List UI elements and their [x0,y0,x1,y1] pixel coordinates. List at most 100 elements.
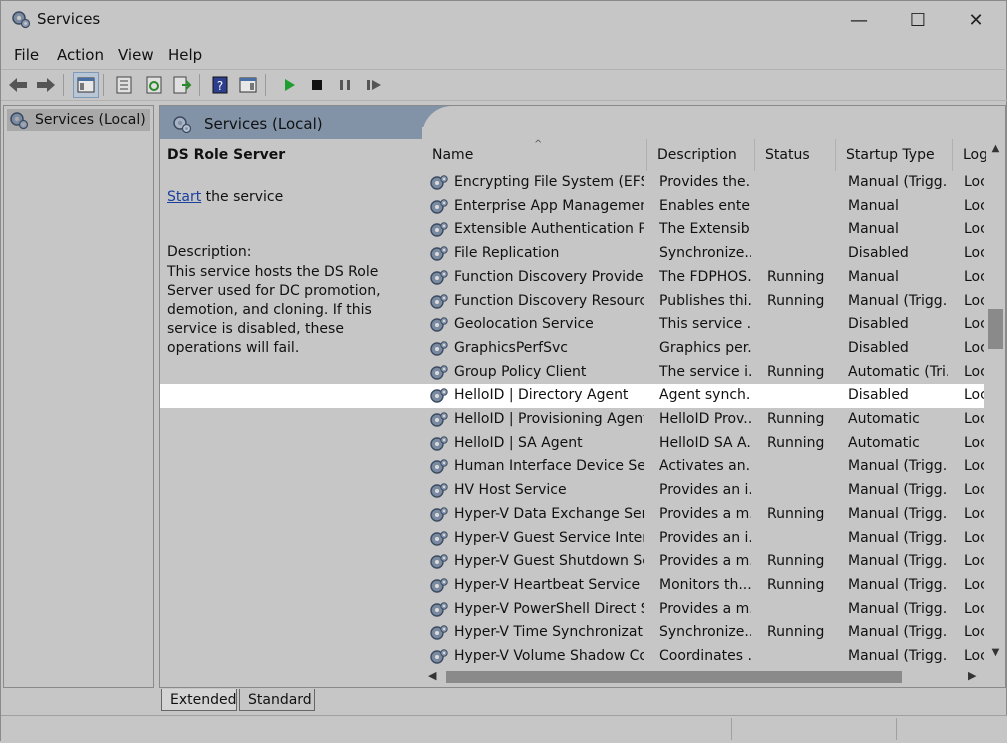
start-service-link[interactable]: Start [167,189,201,205]
tab-standard[interactable]: Standard [239,689,315,711]
service-status-cell: Running [767,411,825,427]
table-row[interactable]: Enterprise App Managemen... Enables ente.… [422,195,984,219]
service-startup-cell: Manual (Trigg... [848,553,948,570]
refresh-button[interactable] [141,72,167,98]
horizontal-scroll-thumb[interactable] [446,671,902,683]
action-pane-icon [239,77,257,93]
forward-button[interactable] [33,72,59,98]
table-row[interactable]: Function Discovery Provider ... The FDPHO… [422,266,984,290]
service-startup-cell: Manual [848,268,899,285]
restart-service-button[interactable] [361,72,387,98]
service-name-cell: Hyper-V Time Synchronizati... [454,624,644,641]
service-gear-icon [430,341,448,356]
service-logon-cell: Loc [964,648,984,664]
service-status-cell: Running [767,553,825,570]
menu-help[interactable]: Help [168,46,202,64]
minimize-button[interactable]: — [830,1,888,39]
service-startup-cell: Manual (Trigg... [848,600,948,617]
service-name-cell: Geolocation Service [454,316,594,333]
properties-icon [116,76,132,94]
service-logon-cell: Loc [964,387,984,404]
table-row[interactable]: Group Policy Client The service i... Runni… [422,361,984,385]
service-logon-cell: Loc [964,221,984,238]
service-description-cell: Graphics per... [659,339,751,356]
table-row[interactable]: Encrypting File System (EFS) Provides the… [422,171,984,195]
service-description-cell: Provides an i... [659,529,751,546]
service-gear-icon [430,222,448,238]
service-gear-icon [430,459,448,475]
menu-file[interactable]: File [14,46,39,64]
table-row[interactable]: GraphicsPerfSvc Graphics per... Disabled Lo… [422,337,984,361]
service-startup-cell: Manual (Trigg... [848,505,948,522]
console-tree-icon [77,77,95,93]
back-button[interactable] [5,72,31,98]
table-row[interactable]: Hyper-V Volume Shadow Co... Coordinates .… [422,645,984,667]
service-logon-cell: Loc [964,245,984,262]
service-description-cell: Agent synch... [659,387,751,404]
table-row[interactable]: Hyper-V Time Synchronizati... Synchronize… [422,621,984,645]
show-hide-action-pane-button[interactable] [235,72,261,98]
vertical-scrollbar[interactable]: ▲ ▼ [986,139,1005,667]
close-button[interactable]: ✕ [947,1,1005,39]
pause-service-button[interactable] [332,72,358,98]
scroll-up-icon[interactable]: ▲ [986,143,1005,159]
column-header-description[interactable]: Description [647,139,755,171]
column-header-startup-type[interactable]: Startup Type [836,139,953,171]
service-description-cell: Synchronize... [659,245,751,262]
gears-icon [12,11,31,29]
help-button[interactable]: ? [207,72,233,98]
description-label: Description: [167,244,252,260]
column-header-status[interactable]: Status [755,139,836,171]
start-service-button[interactable] [276,72,302,98]
service-status-cell: Running [767,363,825,380]
service-startup-cell: Automatic [848,411,920,427]
service-status-cell: Running [767,624,825,641]
stop-service-button[interactable] [304,72,330,98]
table-row[interactable]: Hyper-V Guest Service Interf... Provides … [422,527,984,551]
tab-extended[interactable]: Extended [161,689,237,711]
table-row[interactable]: Hyper-V PowerShell Direct S... Provides a… [422,598,984,622]
table-row[interactable]: HelloID | Provisioning Agent HelloID Prov… [422,408,984,432]
service-name-cell: Enterprise App Managemen... [454,197,644,214]
table-row[interactable]: Hyper-V Guest Shutdown Se... Provides a m… [422,550,984,574]
maximize-button[interactable]: ☐ [889,1,947,39]
column-header-status-label: Status [765,147,810,163]
vertical-scroll-thumb[interactable] [988,309,1003,349]
scroll-left-icon[interactable]: ◀ [428,669,436,682]
table-row[interactable]: Human Interface Device Serv... Activates … [422,455,984,479]
properties-button[interactable] [111,72,137,98]
menu-view[interactable]: View [118,46,154,64]
service-logon-cell: Loc [964,339,984,356]
column-header-name[interactable]: Name [422,139,647,171]
selection-band [160,384,422,408]
table-row[interactable]: HV Host Service Provides an i... Manual (T… [422,479,984,503]
horizontal-scrollbar[interactable]: ◀ ▶ [422,667,1005,687]
table-row-selected[interactable]: HelloID | Directory Agent Agent synch... D… [422,384,984,408]
list-corner [422,106,1005,139]
service-name-cell: Hyper-V PowerShell Direct S... [454,600,644,617]
service-startup-cell: Disabled [848,387,909,404]
table-row[interactable]: Hyper-V Heartbeat Service Monitors th... R… [422,574,984,598]
scroll-right-icon[interactable]: ▶ [968,669,976,682]
export-list-button[interactable] [169,72,195,98]
table-row[interactable]: Geolocation Service This service ... Disab… [422,313,984,337]
scroll-down-icon[interactable]: ▼ [986,647,1005,663]
table-row[interactable]: Function Discovery Resourc... Publishes t… [422,290,984,314]
tree-item-services-local[interactable]: Services (Local) [7,109,150,131]
show-hide-console-tree-button[interactable] [73,72,99,98]
service-name-cell: Hyper-V Volume Shadow Co... [454,648,644,664]
service-startup-cell: Automatic (Tri... [848,363,948,380]
service-status-cell: Running [767,292,825,309]
description-text: This service hosts the DS Role Server us… [167,264,381,356]
menu-action[interactable]: Action [57,46,104,64]
table-row[interactable]: Hyper-V Data Exchange Serv... Provides a … [422,503,984,527]
table-row[interactable]: File Replication Synchronize... Disabled Lo… [422,242,984,266]
window-title: Services [37,10,101,28]
column-header-log-on-as[interactable]: Log [953,139,987,171]
table-row[interactable]: Extensible Authentication Pr... The Exten… [422,218,984,242]
service-gear-icon [430,293,448,309]
service-logon-cell: Loc [964,505,984,522]
table-row[interactable]: HelloID | SA Agent HelloID SA A... Running… [422,432,984,456]
service-name-cell: HelloID | Directory Agent [454,387,629,404]
service-gear-icon [430,530,448,546]
